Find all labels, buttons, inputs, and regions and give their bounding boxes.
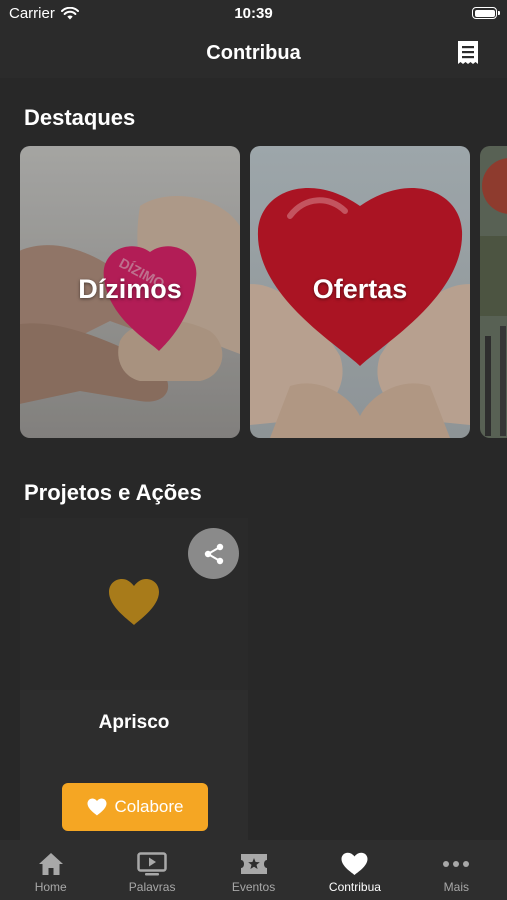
share-icon — [204, 543, 223, 564]
tab-label: Mais — [443, 880, 469, 894]
highlight-card-partial[interactable] — [480, 146, 507, 438]
project-card-aprisco[interactable]: Aprisco Colabore — [20, 518, 248, 840]
tab-label: Eventos — [231, 880, 276, 894]
tab-contribua[interactable]: Contribua — [304, 840, 405, 900]
heart-icon — [341, 852, 368, 875]
colabore-label: Colabore — [114, 797, 184, 816]
card-label: Dízimos — [78, 274, 182, 304]
heart-icon — [109, 579, 159, 625]
tab-palavras[interactable]: Palavras — [101, 840, 202, 900]
partial-card-image — [480, 146, 507, 438]
colabore-button[interactable]: Colabore — [62, 783, 208, 831]
tab-label: Palavras — [128, 880, 176, 894]
ticket-star-icon — [240, 854, 267, 874]
highlight-card-ofertas[interactable]: Ofertas — [250, 146, 470, 438]
section-title-projects: Projetos e Ações — [24, 480, 202, 505]
more-dots-icon — [443, 861, 470, 867]
heart-icon — [87, 798, 106, 816]
receipt-icon[interactable] — [457, 40, 479, 66]
navigation-bar: Contribua — [0, 30, 507, 78]
tab-label: Contribua — [328, 880, 381, 894]
highlight-card-dizimos[interactable]: DÍZIMO Dízimos — [20, 146, 240, 438]
content-area[interactable]: Destaques DÍZIMO Dízimos Ofertas Projeto… — [0, 78, 507, 840]
tab-home[interactable]: Home — [0, 840, 101, 900]
clock: 10:39 — [234, 5, 273, 22]
status-bar: Carrier 10:39 — [0, 0, 507, 30]
share-button[interactable] — [188, 528, 239, 579]
play-screen-icon — [137, 852, 167, 876]
page-title: Contribua — [206, 42, 301, 64]
battery-icon — [472, 7, 500, 19]
tab-bar: Home Palavras Eventos Contribua Mais — [0, 840, 507, 900]
section-title-highlights: Destaques — [24, 105, 136, 130]
project-title: Aprisco — [98, 712, 170, 733]
tab-mais[interactable]: Mais — [406, 840, 507, 900]
card-label: Ofertas — [312, 274, 408, 304]
tab-label: Home — [34, 880, 67, 894]
tab-eventos[interactable]: Eventos — [203, 840, 304, 900]
home-icon — [38, 853, 63, 875]
